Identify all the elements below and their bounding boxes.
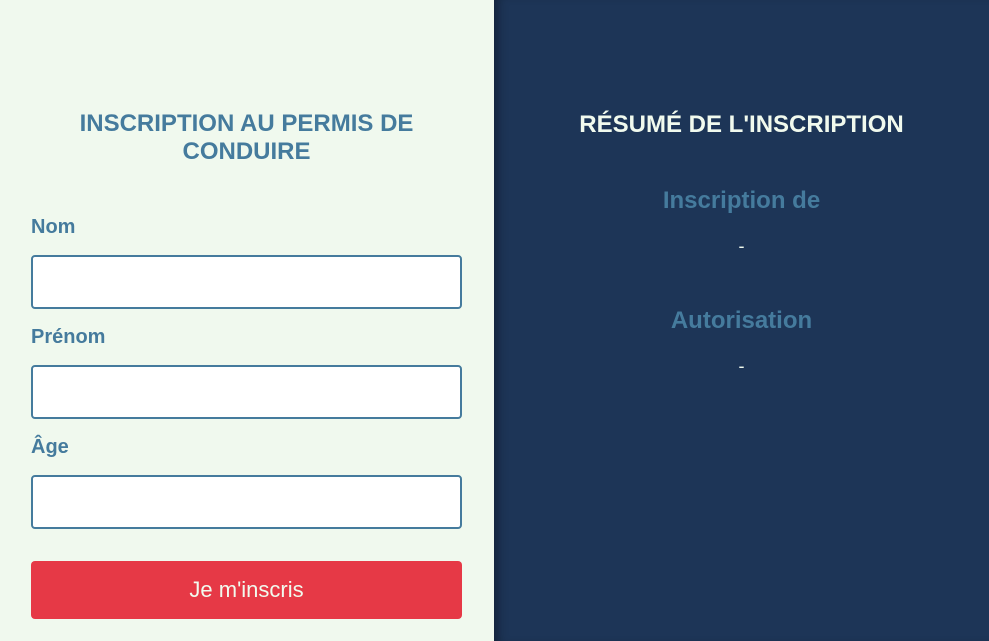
prenom-label: Prénom [31, 326, 106, 348]
age-label: Âge [31, 436, 69, 458]
nom-label: Nom [31, 216, 76, 238]
registration-summary-panel: RÉSUMÉ DE L'INSCRIPTION Inscription de -… [494, 0, 989, 641]
form-title: INSCRIPTION AU PERMIS DE CONDUIRE [79, 110, 414, 165]
summary-authorization-heading: Autorisation [670, 307, 813, 334]
prenom-input[interactable] [31, 365, 462, 419]
summary-registrant-heading: Inscription de [662, 187, 821, 214]
registration-form-panel: INSCRIPTION AU PERMIS DE CONDUIRE Nom Pr… [0, 0, 494, 641]
summary-authorization-value: - [738, 356, 745, 376]
age-input[interactable] [31, 475, 462, 529]
summary-registrant-value: - [738, 236, 745, 256]
summary-title: RÉSUMÉ DE L'INSCRIPTION [579, 111, 904, 138]
nom-input[interactable] [31, 255, 462, 309]
submit-button[interactable]: Je m'inscris [31, 561, 462, 619]
registration-app: INSCRIPTION AU PERMIS DE CONDUIRE Nom Pr… [0, 0, 989, 641]
